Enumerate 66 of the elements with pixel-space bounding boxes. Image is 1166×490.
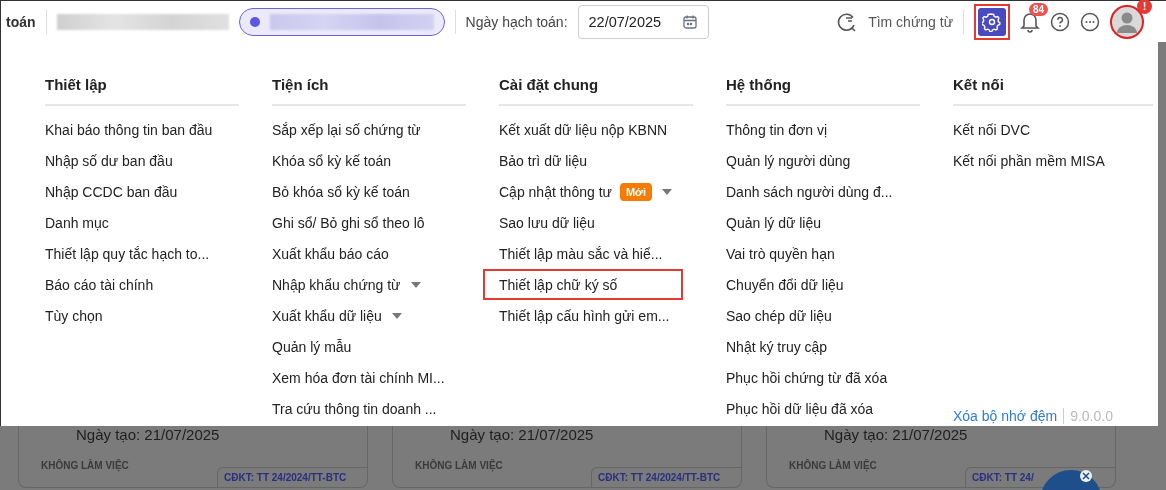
created-date: Ngày tạo: 21/07/2025 xyxy=(450,426,594,443)
date-field[interactable]: 22/07/2025 xyxy=(577,4,709,39)
version-text: 9.0.0.0 xyxy=(1070,408,1113,424)
menu-item[interactable]: Danh sách người dùng đ... xyxy=(710,176,910,207)
unit-selector[interactable] xyxy=(238,7,445,36)
created-date: Ngày tạo: 21/07/2025 xyxy=(76,426,220,443)
clear-cache-link[interactable]: Xóa bộ nhớ đệm xyxy=(953,408,1058,424)
calendar-icon xyxy=(681,13,698,30)
menu-item[interactable]: Nhập số dư ban đầu xyxy=(29,145,229,176)
menu-item[interactable]: Ghi sổ/ Bỏ ghi sổ theo lô xyxy=(256,207,456,238)
menu-item[interactable]: Thông tin đơn vị xyxy=(710,114,910,145)
menu-item[interactable]: Kết nối phần mềm MISA xyxy=(937,145,1137,176)
regime-tag: CĐKT: TT 24/2024/TT-BTC xyxy=(217,467,367,487)
menu-item[interactable]: Xem hóa đơn tài chính MI... xyxy=(256,362,456,393)
regime-tag: CĐKT: TT 24/2024/TT-BTC xyxy=(591,467,741,487)
menu-item[interactable]: Xuất khẩu báo cáo xyxy=(256,238,456,269)
status-dot-icon xyxy=(249,16,260,27)
menu-item[interactable]: Nhập khẩu chứng từ xyxy=(256,269,456,300)
created-date: Ngày tạo: 21/07/2025 xyxy=(824,426,968,443)
menu-section-title: Kết nối xyxy=(953,76,1153,106)
menu-item[interactable]: Vai trò quyền hạn xyxy=(710,238,910,269)
settings-button[interactable] xyxy=(978,7,1006,36)
menu-item[interactable]: Cập nhật thông tư Mới xyxy=(483,176,683,207)
module-title: toán xyxy=(6,13,36,30)
menu-item[interactable]: Xuất khẩu dữ liệu xyxy=(256,300,456,331)
status-label: KHÔNG LÀM VIỆC xyxy=(415,460,503,471)
find-voucher-link[interactable]: Tìm chứng từ xyxy=(868,13,953,30)
menu-item[interactable]: Thiết lập cấu hình gửi em... xyxy=(483,300,683,331)
menu-section-title: Hệ thống xyxy=(726,76,920,106)
alert-badge: ! xyxy=(1137,0,1152,14)
menu-item[interactable]: Thiết lập quy tắc hạch to... xyxy=(29,238,229,269)
close-icon[interactable] xyxy=(1080,470,1092,482)
menu-section-title: Tiện ích xyxy=(272,76,466,106)
status-label: KHÔNG LÀM VIỆC xyxy=(789,460,877,471)
menu-item[interactable]: Chuyển đổi dữ liệu xyxy=(710,269,910,300)
menu-item[interactable]: Kết xuất dữ liệu nộp KBNN xyxy=(483,114,683,145)
menu-item[interactable]: Phục hồi chứng từ đã xóa xyxy=(710,362,910,393)
menu-item[interactable]: Bỏ khóa sổ kỳ kế toán xyxy=(256,176,456,207)
menu-item[interactable]: Khóa sổ kỳ kế toán xyxy=(256,145,456,176)
menu-item[interactable]: Sắp xếp lại số chứng từ xyxy=(256,114,456,145)
avatar-icon[interactable] xyxy=(1110,4,1144,39)
menu-item[interactable]: Quản lý người dùng xyxy=(710,145,910,176)
more-icon[interactable] xyxy=(1080,11,1100,32)
date-label: Ngày hạch toán: xyxy=(465,13,568,30)
menu-item[interactable]: Tùy chọn xyxy=(29,300,229,331)
menu-item[interactable]: Sao chép dữ liệu xyxy=(710,300,910,331)
menu-section-title: Thiết lập xyxy=(45,76,239,106)
menu-item[interactable]: Báo cáo tài chính xyxy=(29,269,229,300)
menu-item[interactable]: Nhập CCDC ban đầu xyxy=(29,176,229,207)
menu-item[interactable]: Thiết lập màu sắc và hiể... xyxy=(483,238,683,269)
new-badge: Mới xyxy=(619,182,652,201)
menu-section-title: Cài đặt chung xyxy=(499,76,693,106)
menu-item[interactable]: Phục hồi dữ liệu đã xóa xyxy=(710,393,910,424)
menu-item[interactable]: Quản lý mẫu xyxy=(256,331,456,362)
menu-item[interactable]: Quản lý dữ liệu xyxy=(710,207,910,238)
menu-item[interactable]: Tra cứu thông tin doanh ... xyxy=(256,393,456,424)
menu-item[interactable]: Bảo trì dữ liệu xyxy=(483,145,683,176)
help-icon[interactable] xyxy=(1050,11,1070,32)
menu-item[interactable]: Sao lưu dữ liệu xyxy=(483,207,683,238)
menu-item[interactable]: Khai báo thông tin ban đầu xyxy=(29,114,229,145)
menu-item[interactable]: Danh mục xyxy=(29,207,229,238)
menu-item[interactable]: Kết nối DVC xyxy=(937,114,1137,145)
notification-count-badge: 84 xyxy=(1029,2,1049,16)
status-label: KHÔNG LÀM VIỆC xyxy=(41,460,129,471)
menu-item[interactable]: Nhật ký truy cập xyxy=(710,331,910,362)
menu-item[interactable]: Thiết lập chữ ký số xyxy=(483,269,683,300)
